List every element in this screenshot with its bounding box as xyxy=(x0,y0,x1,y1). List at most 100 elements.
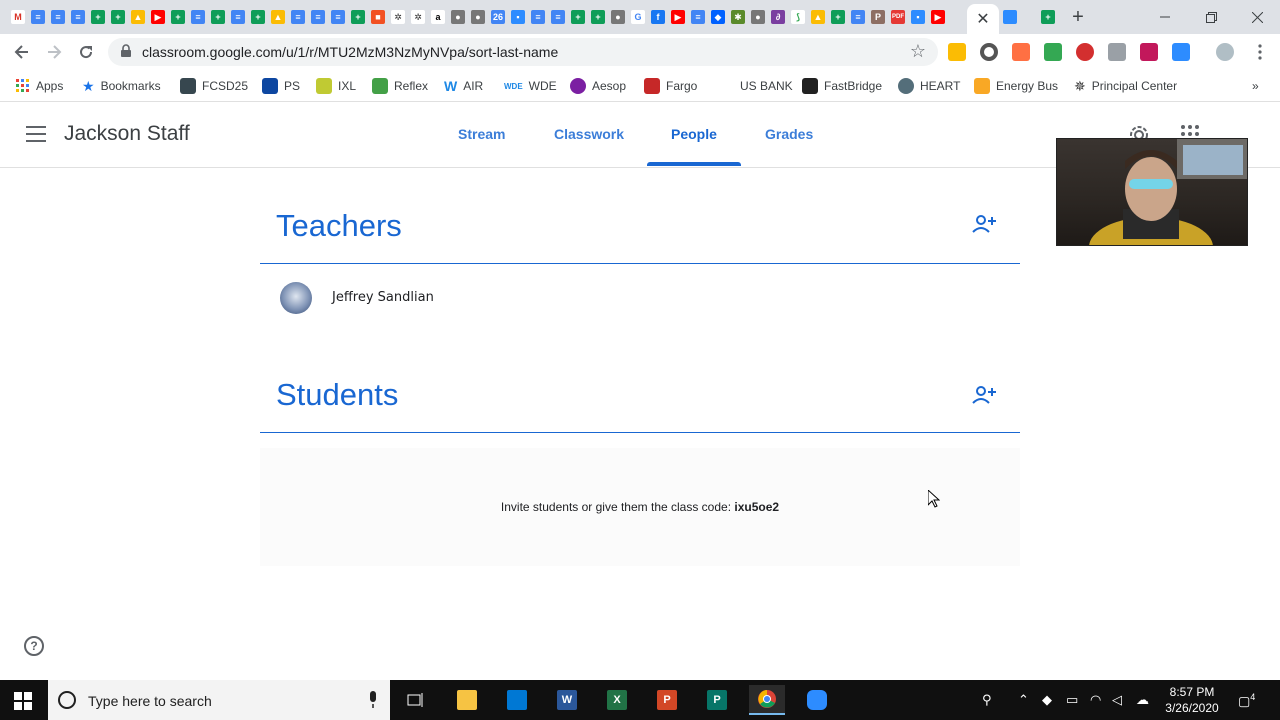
sheets-tab-icon[interactable]: + xyxy=(88,7,108,27)
main-menu-button[interactable] xyxy=(26,126,46,142)
docs-tab-icon[interactable]: ≡ xyxy=(28,7,48,27)
invite-teacher-button[interactable] xyxy=(972,214,998,236)
bookmark-ixl[interactable]: IXL xyxy=(316,76,356,96)
youtube-tab-icon[interactable]: ▶ xyxy=(928,7,948,27)
calendar-tab-icon[interactable]: 26 xyxy=(488,7,508,27)
drive-extension-icon[interactable] xyxy=(948,43,966,61)
help-button[interactable]: ? xyxy=(24,636,44,656)
zoom-tab-icon[interactable]: ▪ xyxy=(908,7,928,27)
sheets-tab-icon[interactable]: + xyxy=(568,7,588,27)
profile-avatar-icon[interactable] xyxy=(1216,43,1234,61)
microphone-icon[interactable] xyxy=(368,691,378,709)
back-button[interactable] xyxy=(10,40,34,64)
taskbar-clock[interactable]: 8:57 PM 3/26/2020 xyxy=(1158,684,1226,716)
active-tab-close-button[interactable]: ✕ xyxy=(967,4,999,34)
tab-stream[interactable]: Stream xyxy=(458,126,505,142)
gear-tab-icon[interactable]: ✲ xyxy=(408,7,428,27)
powerpoint-button[interactable]: P xyxy=(649,685,685,715)
browser-menu-button[interactable] xyxy=(1248,40,1272,64)
bookmark-energy-bus[interactable]: Energy Bus xyxy=(974,76,1058,96)
drive-tab-icon[interactable]: ▲ xyxy=(808,7,828,27)
drive-tab-icon[interactable]: ▲ xyxy=(128,7,148,27)
docs-tab-icon[interactable]: ≡ xyxy=(848,7,868,27)
address-bar[interactable]: classroom.google.com/u/1/r/MTU2MzM3NzMyN… xyxy=(108,38,938,66)
bookmark-aesop[interactable]: Aesop xyxy=(570,76,626,96)
tab-people[interactable]: People xyxy=(671,126,717,142)
bookmark-apps[interactable]: Apps xyxy=(16,76,63,96)
leaf-tab-icon[interactable]: ⟆ xyxy=(788,7,808,27)
docs-tab-icon[interactable]: ≡ xyxy=(188,7,208,27)
chevron-up-icon[interactable]: ⌃ xyxy=(1018,692,1029,708)
docs-tab-icon[interactable]: ≡ xyxy=(288,7,308,27)
sheets-tab-icon[interactable]: + xyxy=(588,7,608,27)
dropbox-tray-icon[interactable]: ◆ xyxy=(1042,692,1052,708)
class-title[interactable]: Jackson Staff xyxy=(64,122,190,146)
adblock-extension-icon[interactable] xyxy=(1076,43,1094,61)
people-icon[interactable]: ⚲ xyxy=(982,692,992,708)
pdf-tab-icon[interactable]: PDF xyxy=(888,7,908,27)
zoom-extension-icon[interactable] xyxy=(1172,43,1190,61)
pdf-extension-icon[interactable] xyxy=(1140,43,1158,61)
circle-extension-icon[interactable] xyxy=(980,43,998,61)
excel-button[interactable]: X xyxy=(599,685,635,715)
amazon-tab-icon[interactable]: a xyxy=(428,7,448,27)
drive-tab-icon[interactable]: ▲ xyxy=(268,7,288,27)
screencast-extension-icon[interactable] xyxy=(1012,43,1030,61)
youtube-tab-icon[interactable]: ▶ xyxy=(148,7,168,27)
sheets-tab-icon[interactable]: + xyxy=(828,7,848,27)
docs-tab-icon[interactable]: ≡ xyxy=(528,7,548,27)
sheets-tab-icon[interactable]: + xyxy=(248,7,268,27)
sheets-tab-icon[interactable]: + xyxy=(348,7,368,27)
bookmarks-overflow-button[interactable]: » xyxy=(1252,76,1259,96)
minimize-button[interactable] xyxy=(1142,0,1188,34)
dropbox-tab-icon[interactable]: ◆ xyxy=(708,7,728,27)
docs-tab-icon[interactable]: ≡ xyxy=(548,7,568,27)
class-code[interactable]: ixu5oe2 xyxy=(734,500,779,514)
bookmark-heart[interactable]: HEART xyxy=(898,76,960,96)
bookmark-reflex[interactable]: Reflex xyxy=(372,76,428,96)
onedrive-icon[interactable]: ☁ xyxy=(1136,692,1149,708)
sheets-tab-icon[interactable]: + xyxy=(108,7,128,27)
file-explorer-button[interactable] xyxy=(449,685,485,715)
chrome-button[interactable] xyxy=(749,685,785,715)
zoom-button[interactable] xyxy=(799,685,835,715)
aesop-tab-icon[interactable]: ∂ xyxy=(768,7,788,27)
reload-button[interactable] xyxy=(74,40,98,64)
notifications-button[interactable]: ▢4 xyxy=(1238,692,1255,709)
restore-button[interactable] xyxy=(1188,0,1234,34)
url-text[interactable]: classroom.google.com/u/1/r/MTU2MzM3NzMyN… xyxy=(142,44,558,60)
sheets-tab-icon[interactable]: + xyxy=(208,7,228,27)
new-tab-button[interactable]: + xyxy=(1066,5,1090,29)
task-view-button[interactable] xyxy=(398,685,434,715)
facebook-tab-icon[interactable]: f xyxy=(648,7,668,27)
bookmark-fastbridge[interactable]: FastBridge xyxy=(802,76,882,96)
wifi-icon[interactable]: ◠ xyxy=(1090,692,1101,708)
taskbar-search-box[interactable]: Type here to search xyxy=(48,680,390,720)
drive-gray-extension-icon[interactable] xyxy=(1108,43,1126,61)
forward-button[interactable] xyxy=(42,40,66,64)
zoom-tab-icon[interactable]: ▪ xyxy=(508,7,528,27)
green-extension-icon[interactable] xyxy=(1044,43,1062,61)
globe-tab-icon[interactable]: ● xyxy=(468,7,488,27)
docs-tab-icon[interactable]: ≡ xyxy=(68,7,88,27)
globe-tab-icon[interactable]: ● xyxy=(448,7,468,27)
bookmark-star-icon[interactable]: ☆ xyxy=(910,41,926,62)
docs-tab-icon[interactable]: ≡ xyxy=(48,7,68,27)
docs-tab-icon[interactable]: ≡ xyxy=(328,7,348,27)
bookmark-wde[interactable]: WDE WDE xyxy=(504,76,557,96)
volume-icon[interactable]: ◁ xyxy=(1112,692,1122,708)
bookmark-principal-center[interactable]: ✵ Principal Center xyxy=(1074,76,1177,96)
docs-tab-icon[interactable]: ≡ xyxy=(228,7,248,27)
bookmark-bookmarks[interactable]: ★ Bookmarks xyxy=(82,76,161,96)
docs-tab-icon[interactable]: ≡ xyxy=(688,7,708,27)
tab-classwork[interactable]: Classwork xyxy=(554,126,624,142)
google-tab-icon[interactable]: G xyxy=(628,7,648,27)
gmail-tab-icon[interactable]: M xyxy=(8,7,28,27)
invite-students-button[interactable] xyxy=(972,385,998,407)
sheets-tab-icon[interactable]: + xyxy=(168,7,188,27)
lock-icon[interactable] xyxy=(120,44,134,60)
word-button[interactable]: W xyxy=(549,685,585,715)
docs-tab-icon[interactable]: ≡ xyxy=(308,7,328,27)
start-button[interactable] xyxy=(14,692,32,710)
close-window-button[interactable] xyxy=(1234,0,1280,34)
